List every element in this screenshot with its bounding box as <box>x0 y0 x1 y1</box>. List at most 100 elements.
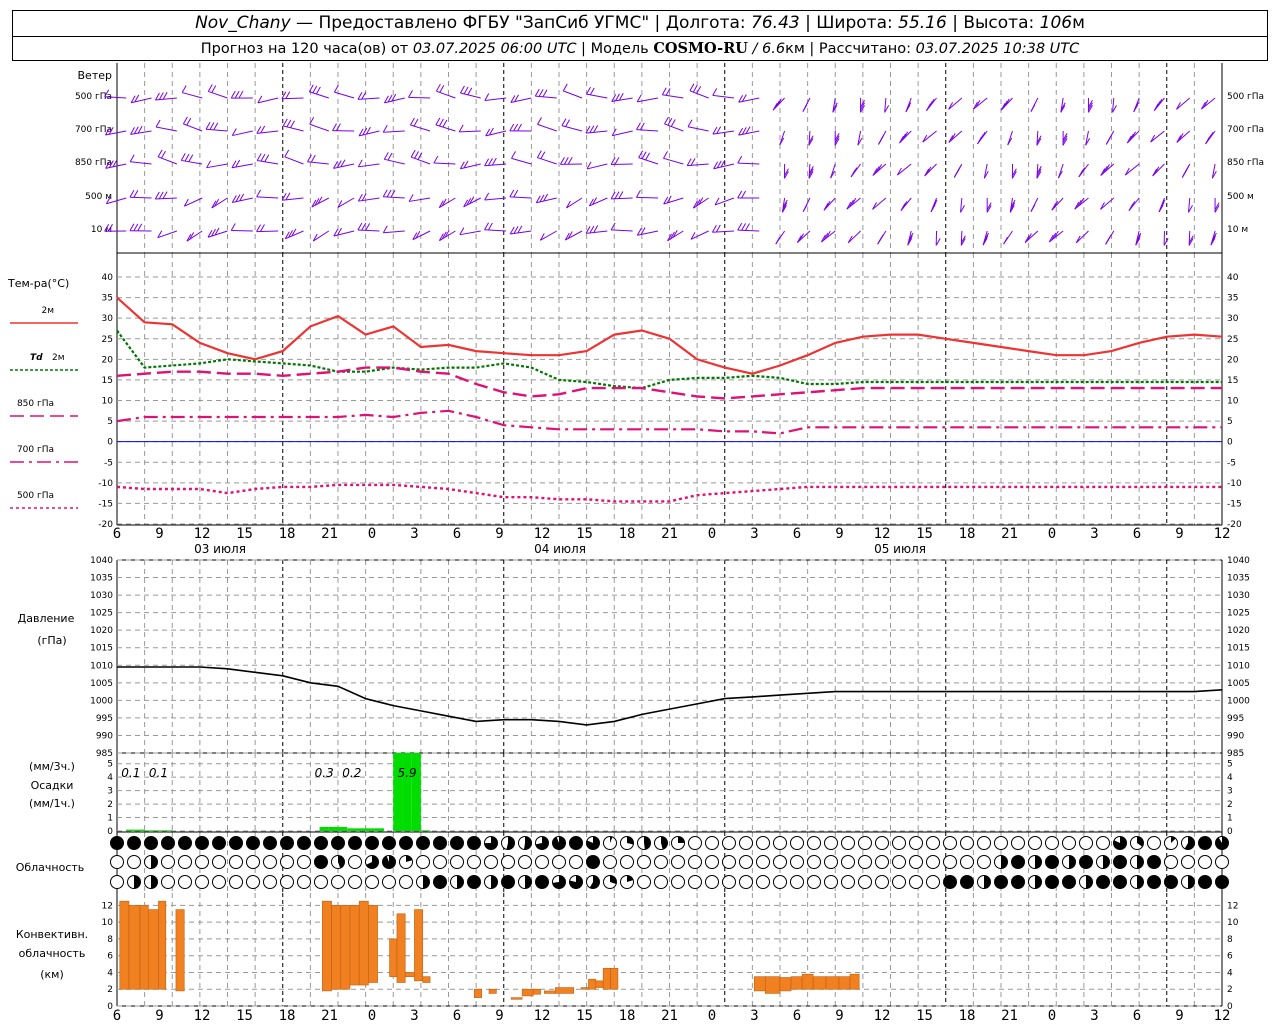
cloud-fill-part <box>134 875 141 889</box>
cloud-circle <box>943 855 957 869</box>
bottom-xaxis-tick-17: 9 <box>835 1008 843 1024</box>
cloud-fill-full <box>297 836 311 850</box>
precip-bar-5 <box>319 826 329 831</box>
cloud-symbol-2-34 <box>688 875 702 889</box>
temp-ytick-right-0: 40 <box>1227 273 1239 283</box>
wind-barb-feather <box>207 84 213 92</box>
wind-barb-shaft <box>712 230 734 233</box>
cloud-symbol-1-14 <box>348 855 362 869</box>
wind-barb-feather <box>158 191 164 200</box>
wind-barb-feather <box>383 152 389 160</box>
cloud-symbol-1-65 <box>1215 855 1229 869</box>
wind-barb-feather <box>181 85 187 93</box>
temp-ytick-left-1: 35 <box>102 294 113 304</box>
pressure-ytick-left-11: 985 <box>96 749 113 759</box>
wind-barb-feather <box>433 155 439 164</box>
wind-barb-feather <box>285 91 291 99</box>
cloud-symbol-1-38 <box>756 855 770 869</box>
cloud-fill-full <box>1045 855 1059 869</box>
wind-barb-feather <box>715 224 721 233</box>
wind-barb-shaft <box>284 156 304 165</box>
wind-barb-shaft <box>232 197 253 203</box>
cloud-symbol-2-5 <box>195 875 209 889</box>
convective-bar-25 <box>588 978 597 990</box>
bottom-xaxis-tick-9: 9 <box>495 1008 503 1024</box>
cloud-fill-full <box>569 836 583 850</box>
wind-barb-shaft <box>485 130 507 137</box>
cloud-symbol-1-57 <box>1079 855 1093 869</box>
cloud-fill-full <box>314 836 328 850</box>
cloud-symbol-2-11 <box>297 875 311 889</box>
wind-barb-feather <box>438 118 444 127</box>
cloud-symbol-0-19 <box>433 836 447 850</box>
precip-label-1: 0.1 <box>149 766 168 780</box>
wind-barb-feather <box>614 191 620 199</box>
cloud-symbol-2-2 <box>144 875 158 889</box>
cloud-fill-full <box>348 836 362 850</box>
wind-barb-feather <box>513 189 519 198</box>
cloud-symbol-0-12 <box>314 836 328 850</box>
cloud-symbol-0-39 <box>773 836 787 850</box>
wind-barb-feather <box>980 131 986 140</box>
wind-barb-shaft <box>772 97 785 111</box>
wind-barb-feather <box>567 157 573 165</box>
cloud-fill-part <box>151 875 158 889</box>
cloud-circle <box>858 836 872 850</box>
cloud-symbol-0-17 <box>399 836 413 850</box>
wind-barb-feather <box>589 87 595 96</box>
cloud-fill-part <box>491 875 498 889</box>
bottom-xaxis-tick-25: 9 <box>1175 1008 1183 1024</box>
cloud-symbol-0-25 <box>535 836 549 850</box>
cloud-circle <box>739 836 753 850</box>
cloud-circle <box>637 855 651 869</box>
wind-barb-feather <box>716 126 722 134</box>
wind-barb-feather <box>387 152 393 161</box>
cloud-circle <box>960 836 974 850</box>
temp-ytick-left-11: -15 <box>98 499 113 509</box>
wind-barb-feather <box>775 236 781 245</box>
bottom-xaxis-tick-11: 15 <box>576 1008 593 1024</box>
cloud-symbol-1-63 <box>1181 855 1195 869</box>
bottom-xaxis-tick-13: 21 <box>661 1008 678 1024</box>
cloud-symbol-2-30 <box>620 875 634 889</box>
cloud-symbol-0-30 <box>620 836 634 850</box>
bottom-xaxis-tick-3: 15 <box>236 1008 253 1024</box>
wind-barb-feather <box>509 123 515 132</box>
convective-bar-19 <box>510 997 523 1000</box>
cloud-circle <box>739 875 753 889</box>
cloud-fill-full <box>960 875 974 889</box>
pressure-title: Давление <box>18 612 75 625</box>
wind-barb-feather <box>1184 165 1190 173</box>
wind-barb-feather <box>745 223 750 231</box>
cloud-fill-full <box>1011 875 1025 889</box>
cloud-circle <box>960 855 974 869</box>
wind-barb-feather <box>129 190 135 198</box>
wind-barb-shaft <box>256 196 279 199</box>
cloud-circle <box>195 875 209 889</box>
wind-barb-feather <box>312 85 318 94</box>
cloud-circle <box>501 855 515 869</box>
cloud-symbol-1-36 <box>722 855 736 869</box>
cloud-circle <box>314 875 328 889</box>
cloud-circle <box>756 875 770 889</box>
pressure-ytick-right-10: 990 <box>1227 731 1244 741</box>
cloud-fill-part <box>644 836 651 850</box>
cloud-symbol-2-10 <box>280 875 294 889</box>
pressure-ytick-right-3: 1025 <box>1227 609 1250 619</box>
cloud-symbol-2-52 <box>994 875 1008 889</box>
wind-barb-feather <box>593 225 599 233</box>
cloud-fill-part <box>524 836 532 850</box>
pressure-ytick-right-8: 1000 <box>1227 696 1250 706</box>
pressure-ytick-left-1: 1035 <box>90 574 113 584</box>
cloud-circle <box>331 875 345 889</box>
precip-ytick-right-1: 4 <box>1227 773 1233 783</box>
wind-title: Ветер <box>78 69 112 82</box>
temp-ytick-right-6: 10 <box>1227 397 1239 407</box>
convective-ytick-right-3: 6 <box>1227 952 1233 962</box>
cloud-symbol-0-13 <box>331 836 345 850</box>
temp-ytick-right-4: 20 <box>1227 355 1239 365</box>
convective-title: Конвективн. <box>16 928 88 941</box>
cloud-fill-full <box>212 836 226 850</box>
wind-barb-feather <box>365 223 371 231</box>
wind-barb-feather <box>463 86 469 95</box>
